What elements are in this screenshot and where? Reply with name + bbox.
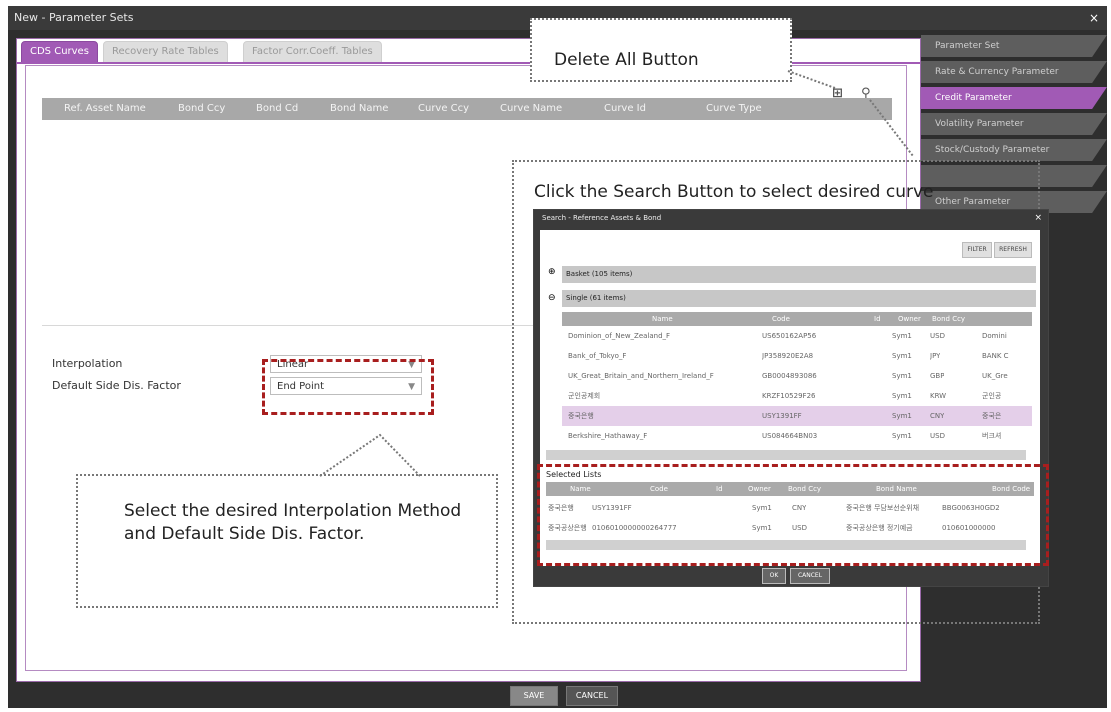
cell-name: Bank_of_Tokyo_F — [568, 352, 627, 360]
col-name[interactable]: Name — [652, 312, 673, 326]
cell-name: 군인공제회 — [568, 392, 601, 400]
cell-owner: Sym1 — [892, 412, 912, 420]
cell-ccy: JPY — [930, 352, 941, 360]
search-grid-header: Name Code Id Owner Bond Ccy — [562, 312, 1032, 326]
cell-ccy: USD — [930, 432, 945, 440]
default-side-label: Default Side Dis. Factor — [52, 379, 181, 392]
cell-code: GB0004893086 — [762, 372, 817, 380]
interpolation-label: Interpolation — [52, 357, 123, 370]
cell-code: KRZF10529F26 — [762, 392, 816, 400]
col-id[interactable]: Id — [874, 312, 881, 326]
table-row-selected[interactable]: 중국은행 USY1391FF Sym1 CNY 중국은 — [562, 406, 1032, 426]
filter-button[interactable]: FILTER — [962, 242, 992, 258]
ok-button[interactable]: OK — [762, 568, 786, 584]
cancel-button[interactable]: CANCEL — [566, 686, 618, 706]
cell-bond-name: 버크셔 — [982, 432, 1002, 440]
callout-interpolation-pointer — [319, 433, 421, 477]
expand-icon[interactable]: ⊕ — [548, 267, 556, 277]
tab-recovery-rate-tables[interactable]: Recovery Rate Tables — [103, 41, 228, 63]
cell-code: US084664BN03 — [762, 432, 818, 440]
table-row[interactable]: Bank_of_Tokyo_F JP358920E2A8 Sym1 JPY BA… — [562, 346, 1032, 366]
col-code[interactable]: Code — [772, 312, 790, 326]
cell-ccy: CNY — [930, 412, 945, 420]
col-bond-ccy[interactable]: Bond Ccy — [178, 98, 225, 120]
col-curve-name[interactable]: Curve Name — [500, 98, 562, 120]
cell-ccy: USD — [930, 332, 945, 340]
cell-owner: Sym1 — [892, 432, 912, 440]
window-title: New - Parameter Sets — [14, 11, 134, 24]
col-ref-asset-name[interactable]: Ref. Asset Name — [64, 98, 146, 120]
collapse-icon[interactable]: ⊖ — [548, 293, 556, 303]
cell-bond-name: 중국은 — [982, 412, 1002, 420]
tab-factor-corr-coeff-tables[interactable]: Factor Corr.Coeff. Tables — [243, 41, 382, 63]
highlight-selected-lists — [537, 464, 1049, 566]
cell-code: JP358920E2A8 — [762, 352, 814, 360]
dialog-cancel-button[interactable]: CANCEL — [790, 568, 830, 584]
horizontal-scrollbar[interactable] — [546, 450, 1026, 460]
sidebar-item-parameter-set[interactable]: Parameter Set — [921, 35, 1107, 57]
col-bond-cd[interactable]: Bond Cd — [256, 98, 298, 120]
cell-code: US650162AP56 — [762, 332, 817, 340]
col-curve-id[interactable]: Curve Id — [604, 98, 646, 120]
cell-name: 중국은행 — [568, 412, 594, 420]
col-bond-ccy[interactable]: Bond Ccy — [932, 312, 965, 326]
refresh-button[interactable]: REFRESH — [994, 242, 1032, 258]
cell-ccy: GBP — [930, 372, 945, 380]
cell-ccy: KRW — [930, 392, 947, 400]
cell-bond-name: BANK C — [982, 352, 1009, 360]
callout-search-text: Click the Search Button to select desire… — [534, 182, 934, 202]
cell-owner: Sym1 — [892, 372, 912, 380]
group-basket[interactable]: Basket (105 items) — [562, 266, 1036, 283]
col-curve-type[interactable]: Curve Type — [706, 98, 762, 120]
callout-interpolation: Select the desired Interpolation Method … — [76, 474, 498, 608]
col-curve-ccy[interactable]: Curve Ccy — [418, 98, 469, 120]
sidebar-item-rate-currency[interactable]: Rate & Currency Parameter — [921, 61, 1107, 83]
sidebar-item-volatility[interactable]: Volatility Parameter — [921, 113, 1107, 135]
close-icon[interactable]: × — [1034, 213, 1042, 223]
sidebar-item-credit[interactable]: Credit Parameter — [921, 87, 1107, 109]
tab-cds-curves[interactable]: CDS Curves — [21, 41, 98, 63]
cell-code: USY1391FF — [762, 412, 802, 420]
search-dialog-title: Search - Reference Assets & Bond — [542, 214, 662, 222]
group-single[interactable]: Single (61 items) — [562, 290, 1036, 307]
cell-owner: Sym1 — [892, 352, 912, 360]
callout-interpolation-text: Select the desired Interpolation Method … — [124, 501, 462, 544]
callout-connector — [787, 70, 914, 157]
cell-bond-name: Domini — [982, 332, 1007, 340]
highlight-interpolation-fields — [262, 359, 434, 415]
sidebar-item-stock-custody[interactable]: Stock/Custody Parameter — [921, 139, 1107, 161]
cell-name: UK_Great_Britain_and_Northern_Ireland_F — [568, 372, 714, 380]
cell-owner: Sym1 — [892, 332, 912, 340]
save-button[interactable]: SAVE — [510, 686, 558, 706]
col-owner[interactable]: Owner — [898, 312, 921, 326]
table-row[interactable]: UK_Great_Britain_and_Northern_Ireland_F … — [562, 366, 1032, 386]
cell-owner: Sym1 — [892, 392, 912, 400]
cell-bond-name: 군인공 — [982, 392, 1002, 400]
table-row[interactable]: Berkshire_Hathaway_F US084664BN03 Sym1 U… — [562, 426, 1032, 446]
callout-delete-all: Delete All Button — [530, 18, 792, 82]
col-bond-name[interactable]: Bond Name — [330, 98, 388, 120]
curves-grid-header: Ref. Asset Name Bond Ccy Bond Cd Bond Na… — [42, 98, 892, 120]
cell-name: Berkshire_Hathaway_F — [568, 432, 648, 440]
table-row[interactable]: Dominion_of_New_Zealand_F US650162AP56 S… — [562, 326, 1032, 346]
cell-name: Dominion_of_New_Zealand_F — [568, 332, 671, 340]
table-row[interactable]: 군인공제회 KRZF10529F26 Sym1 KRW 군인공 — [562, 386, 1032, 406]
callout-delete-all-text: Delete All Button — [554, 50, 699, 70]
cell-bond-name: UK_Gre — [982, 372, 1008, 380]
close-icon[interactable]: × — [1089, 6, 1099, 30]
